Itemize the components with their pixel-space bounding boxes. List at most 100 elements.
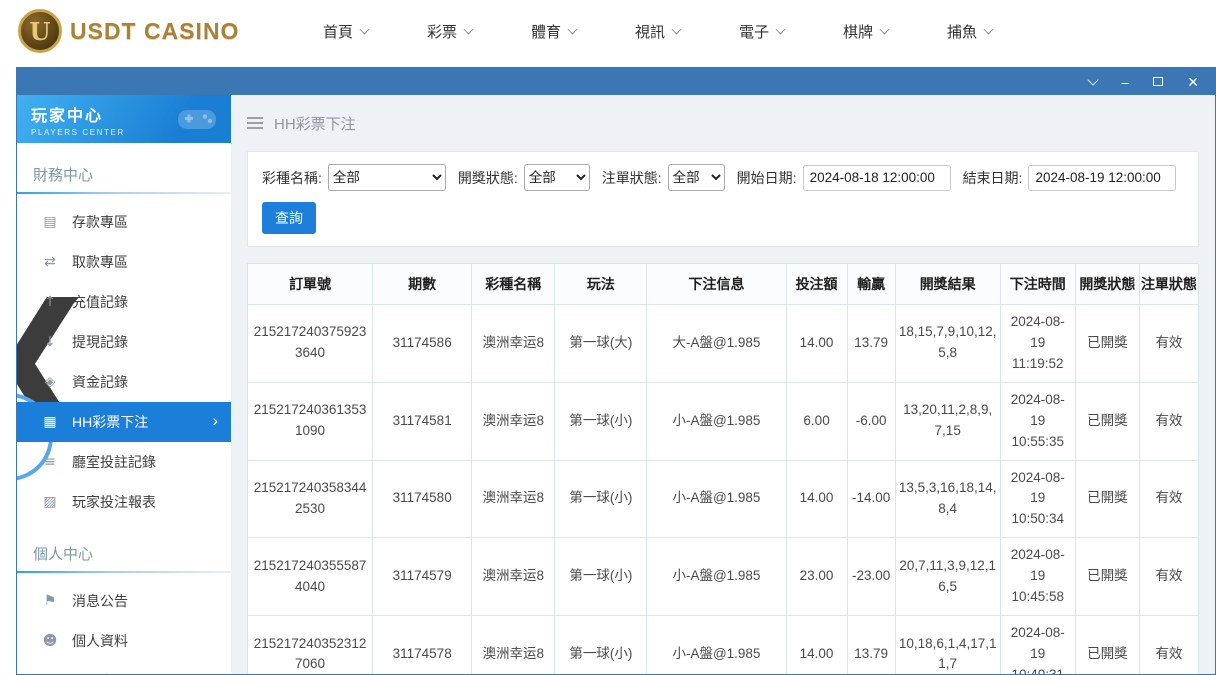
table-cell: 31174581: [372, 381, 473, 461]
nav-item-label: 捕魚: [946, 23, 977, 41]
sidebar-item-room-bet-record[interactable]: ≡ 廳室投註記錄: [17, 442, 231, 482]
chevron-down-icon: [1087, 73, 1100, 86]
sidebar-item-withdraw-record[interactable]: ↓ 提現記錄: [17, 322, 231, 362]
table-cell: 小-A盤@1.985: [646, 537, 787, 617]
table-cell: 20,7,11,3,9,12,16,5: [894, 537, 1001, 617]
sidebar-item-announcements[interactable]: ⚑ 消息公告: [17, 581, 231, 621]
nav-item[interactable]: 視訊: [605, 21, 709, 42]
logo-letter: U: [29, 16, 51, 46]
nav-item-label: 電子: [738, 23, 769, 41]
table-row: 2152172403555874040 31174579 澳洲幸运8 第一球(小) 小-…: [246, 537, 1200, 617]
table-cell: 澳洲幸运8: [471, 537, 556, 617]
table-cell: 澳洲幸运8: [471, 615, 556, 674]
table-cell: 14.00: [785, 615, 848, 674]
table-cell: 第一球(大): [554, 304, 648, 383]
nav-item[interactable]: 棋牌: [813, 21, 917, 42]
start-date-label: 開始日期:: [736, 169, 797, 186]
table-header-row: 訂單號 期數 彩種名稱 玩法 下注信息 投注額 輸贏 開獎結果 下注時間 開獎狀態 注單狀態: [246, 263, 1200, 305]
sidebar-section-heading: 財務中心: [17, 155, 231, 194]
column-header: 投注額: [785, 263, 848, 305]
column-header: 注單狀態: [1138, 263, 1200, 305]
fund-record-icon: ◈: [44, 374, 56, 390]
nav-item[interactable]: 捕魚: [917, 21, 1021, 42]
nav-item[interactable]: 彩票: [397, 21, 501, 42]
sidebar-menu: ⚑ 消息公告 ☻ 個人資料 ⚙ 修改密碼: [17, 573, 231, 674]
table-cell: 2152172403583442530: [246, 459, 374, 539]
sidebar-item-label: 充值記錄: [72, 294, 128, 310]
brand-logo[interactable]: U USDT CASINO: [18, 9, 239, 53]
table-cell: 6.00: [785, 381, 848, 461]
sidebar-item-recharge-record[interactable]: ↑ 充值記錄: [17, 282, 231, 322]
sidebar-section: 個人中心 ⚑ 消息公告 ☻ 個人資料 ⚙ 修改密碼: [17, 534, 231, 674]
sidebar-subtitle: PLAYERS CENTER: [31, 127, 125, 137]
bets-table: 訂單號 期數 彩種名稱 玩法 下注信息 投注額 輸贏 開獎結果 下注時間 開獎狀態 注單狀態 215…: [246, 263, 1200, 674]
sidebar-item-label: 玩家投注報表: [72, 494, 156, 510]
chevron-down-icon: [879, 24, 890, 34]
breadcrumb: HH彩票下注: [247, 95, 1199, 151]
column-header: 開獎結果: [894, 263, 1001, 305]
hamburger-menu-icon[interactable]: [247, 117, 263, 129]
profile-icon: ☻: [42, 633, 58, 649]
main-content: HH彩票下注 彩種名稱: 全部 開獎狀態: 全部 注單狀態: 全部 開始日期: …: [231, 95, 1215, 674]
table-cell: 13.79: [846, 615, 896, 674]
chevron-down-icon: [671, 24, 682, 34]
page-title: HH彩票下注: [274, 115, 356, 133]
table-cell: 澳洲幸运8: [471, 381, 556, 461]
table-cell: 2024-08-19 10:45:58: [999, 537, 1076, 617]
sidebar-item-player-bet-report[interactable]: ▨ 玩家投注報表: [17, 482, 231, 522]
order-status-select[interactable]: 全部: [667, 164, 725, 191]
table-cell: 14.00: [785, 459, 848, 539]
sidebar-item-label: 修改密碼: [72, 671, 128, 674]
table-cell: 18,15,7,9,10,12,5,8: [894, 304, 1001, 383]
sidebar-item-profile[interactable]: ☻ 個人資料: [17, 621, 231, 661]
column-header: 下注信息: [646, 263, 787, 305]
sidebar-section-heading: 個人中心: [17, 534, 231, 573]
column-header: 輸贏: [846, 263, 896, 305]
table-cell: 已開獎: [1074, 459, 1140, 539]
end-date-input[interactable]: [1028, 164, 1177, 191]
recharge-record-icon: ↑: [44, 294, 56, 310]
window-minimize-button[interactable]: –: [1121, 75, 1129, 89]
window-maximize-button[interactable]: [1153, 77, 1164, 86]
table-cell: 第一球(小): [554, 381, 648, 461]
lottery-type-select[interactable]: 全部: [327, 164, 446, 191]
hh-lottery-bet-icon: ▦: [43, 414, 57, 430]
nav-item[interactable]: 體育: [501, 21, 605, 42]
table-row: 2152172403759233640 31174586 澳洲幸运8 第一球(大) 大-…: [246, 304, 1200, 383]
window-titlebar[interactable]: – ✕: [17, 68, 1215, 95]
sidebar-item-hh-lottery-bet[interactable]: ▦ HH彩票下注: [17, 402, 231, 442]
table-cell: 小-A盤@1.985: [646, 615, 787, 674]
chevron-down-icon: [463, 24, 474, 34]
nav-item-label: 首頁: [322, 23, 353, 41]
window-close-button[interactable]: ✕: [1187, 75, 1199, 89]
draw-status-select[interactable]: 全部: [523, 164, 590, 191]
nav-item[interactable]: 首頁: [293, 21, 397, 42]
lottery-type-label: 彩種名稱:: [262, 169, 322, 186]
table-cell: 已開獎: [1074, 304, 1140, 383]
table-cell: 已開獎: [1074, 537, 1140, 617]
usdt-logo-icon: U: [18, 9, 62, 53]
table-cell: 第一球(小): [554, 459, 648, 539]
sidebar-item-withdraw[interactable]: ⇄ 取款專區: [17, 242, 231, 282]
table-cell: 13,20,11,2,8,9,7,15: [894, 381, 1001, 461]
nav-item[interactable]: 電子: [709, 21, 813, 42]
table-row: 2152172403613531090 31174581 澳洲幸运8 第一球(小) 小-…: [246, 381, 1200, 461]
table-cell: 31174578: [372, 615, 473, 674]
sidebar-item-label: 消息公告: [72, 593, 128, 609]
table-cell: 已開獎: [1074, 615, 1140, 674]
query-button[interactable]: 查詢: [262, 202, 316, 234]
table-cell: 14.00: [785, 304, 848, 383]
main-nav: 首頁 彩票 體育 視訊 電子 棋牌 捕魚: [293, 21, 1021, 42]
sidebar-item-fund-record[interactable]: ◈ 資金記錄: [17, 362, 231, 402]
sidebar-item-deposit[interactable]: ▤ 存款專區: [17, 202, 231, 242]
maximize-icon: [1153, 77, 1164, 86]
start-date-input[interactable]: [802, 164, 951, 191]
brand-name: USDT CASINO: [70, 17, 240, 44]
window-collapse-button[interactable]: [1087, 73, 1100, 86]
column-header: 下注時間: [999, 263, 1076, 305]
column-header: 訂單號: [246, 263, 374, 305]
table-cell: 有效: [1138, 304, 1200, 383]
sidebar-item-change-password[interactable]: ⚙ 修改密碼: [17, 661, 231, 674]
table-cell: 有效: [1138, 381, 1200, 461]
table-cell: 2152172403555874040: [246, 537, 374, 617]
